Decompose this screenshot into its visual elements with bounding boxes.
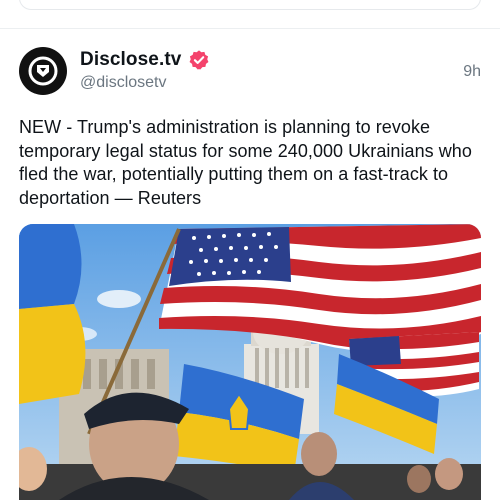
name-row: Disclose.tv: [80, 49, 210, 71]
disclose-logo-icon: [28, 56, 58, 86]
ukrainian-flag-left: [19, 224, 86, 404]
avatar[interactable]: [19, 47, 67, 95]
display-name[interactable]: Disclose.tv: [80, 49, 181, 71]
post-image[interactable]: [19, 224, 481, 500]
user-handle[interactable]: @disclosetv: [80, 74, 167, 92]
post-header: Disclose.tv @disclosetv 9h: [19, 47, 481, 97]
post-divider: [0, 28, 500, 29]
previous-post-card[interactable]: [19, 0, 481, 10]
verified-badge-icon: [189, 50, 209, 70]
post-text: NEW - Trump's administration is planning…: [19, 117, 472, 208]
flags-photo: [19, 224, 481, 500]
post-timestamp[interactable]: 9h: [463, 63, 481, 81]
